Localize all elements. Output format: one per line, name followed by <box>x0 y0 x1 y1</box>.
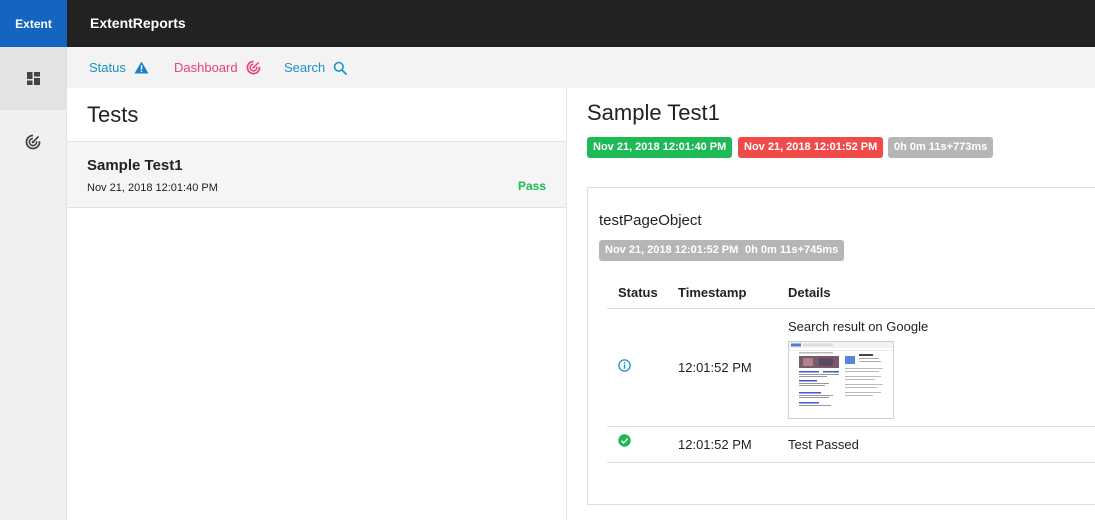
log-column-details: Details <box>788 285 831 300</box>
rail-item-dashboard-grid[interactable] <box>0 47 66 110</box>
test-list-item[interactable]: Sample Test1 Nov 21, 2018 12:01:40 PM Pa… <box>67 141 566 208</box>
dashboard-grid-icon <box>26 72 40 85</box>
test-detail-title: Sample Test1 <box>587 100 720 125</box>
rail-item-radar[interactable] <box>0 110 66 173</box>
google-results-screenshot-image <box>789 342 893 418</box>
node-name: testPageObject <box>599 212 702 229</box>
test-end-time-badge: Nov 21, 2018 12:01:52 PM <box>738 137 884 158</box>
info-circle-icon <box>618 359 631 372</box>
warning-triangle-icon <box>134 61 149 74</box>
sub-nav: Status Dashboard Search <box>67 47 1095 88</box>
log-details: Search result on Google <box>788 319 929 334</box>
search-icon <box>333 61 348 75</box>
side-rail <box>0 47 67 520</box>
log-details: Test Passed <box>788 437 859 452</box>
nav-search-link[interactable]: Search <box>284 47 348 88</box>
nav-status-link[interactable]: Status <box>89 47 149 88</box>
tests-panel: Tests Sample Test1 Nov 21, 2018 12:01:40… <box>67 88 567 520</box>
app-title: ExtentReports <box>90 15 186 31</box>
log-column-status: Status <box>618 285 658 300</box>
radar-icon <box>25 133 41 149</box>
test-status-label: Pass <box>517 179 546 193</box>
node-time-badge: Nov 21, 2018 12:01:52 PM <box>599 240 745 261</box>
test-name: Sample Test1 <box>87 157 183 174</box>
check-circle-icon <box>618 434 631 447</box>
nav-dashboard-label: Dashboard <box>174 60 238 75</box>
log-divider <box>607 426 1095 427</box>
nav-status-label: Status <box>89 60 126 75</box>
nav-search-label: Search <box>284 60 326 75</box>
test-start-time: Nov 21, 2018 12:01:40 PM <box>87 182 218 194</box>
log-column-timestamp: Timestamp <box>678 285 747 300</box>
tests-heading: Tests <box>87 102 139 127</box>
screenshot-thumbnail[interactable] <box>788 341 894 419</box>
top-bar: Extent ExtentReports <box>0 0 1095 47</box>
target-icon <box>246 60 261 75</box>
log-timestamp: 12:01:52 PM <box>678 437 752 452</box>
log-timestamp: 12:01:52 PM <box>678 360 752 375</box>
test-duration-badge: 0h 0m 11s+773ms <box>888 137 994 158</box>
log-divider <box>607 462 1095 463</box>
node-duration-badge: 0h 0m 11s+745ms <box>739 240 845 261</box>
log-divider <box>607 308 1095 309</box>
nav-dashboard-link[interactable]: Dashboard <box>174 47 261 88</box>
test-start-time-badge: Nov 21, 2018 12:01:40 PM <box>587 137 733 158</box>
brand-logo[interactable]: Extent <box>0 0 67 47</box>
